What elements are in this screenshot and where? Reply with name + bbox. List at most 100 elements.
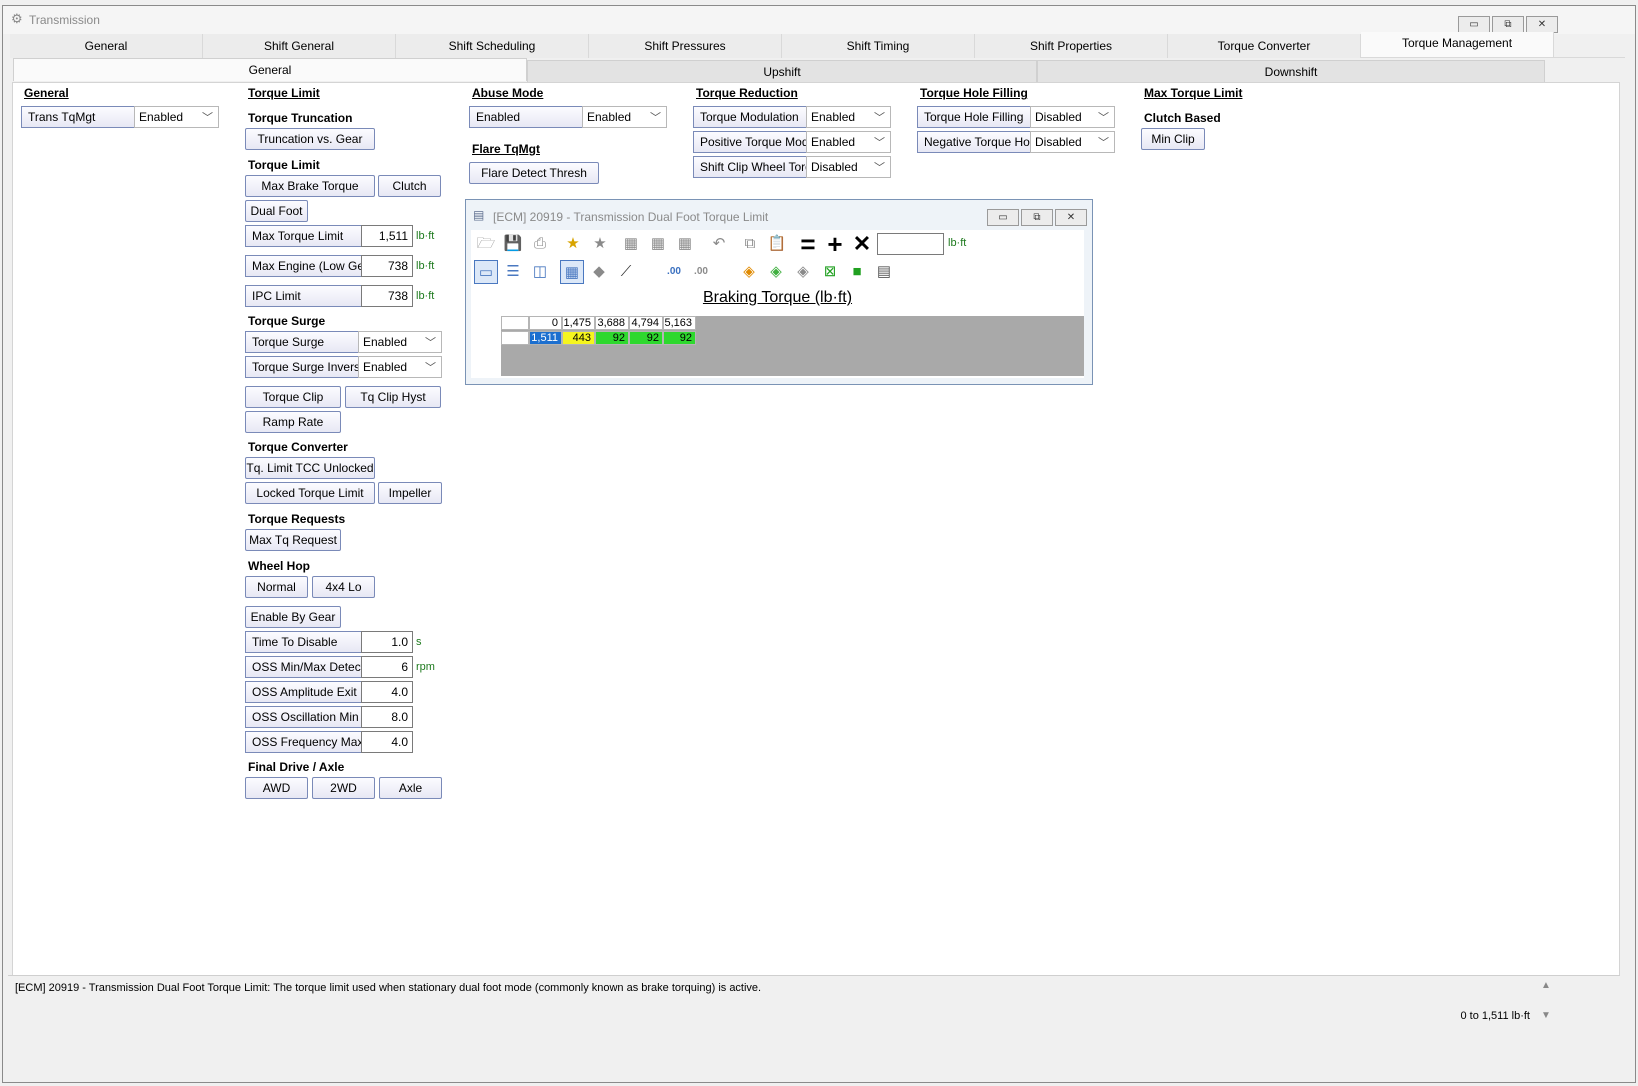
table-col-header[interactable]: 3,688 (595, 316, 629, 330)
value-input[interactable] (877, 233, 944, 255)
line-chart-icon[interactable]: ⟋ (614, 260, 638, 284)
shape-icon[interactable]: ◆ (587, 260, 611, 284)
ipc-limit-field[interactable]: 738 (361, 285, 413, 307)
negative-torque-hole-value: Disabled (1035, 135, 1082, 149)
split-v-icon[interactable]: ◫ (528, 260, 552, 284)
tab-torque-converter[interactable]: Torque Converter (1168, 34, 1361, 58)
folder-open-icon[interactable]: 🗁 (474, 232, 498, 256)
tq-limit-tcc-unlocked-button[interactable]: Tq. Limit TCC Unlocked (245, 457, 375, 479)
decimal-add-icon[interactable]: .00 (662, 260, 686, 284)
tab-shift-timing[interactable]: Shift Timing (782, 34, 975, 58)
general-header: General (24, 86, 69, 100)
tab-shift-general[interactable]: Shift General (203, 34, 396, 58)
4x4-lo-button[interactable]: 4x4 Lo (312, 576, 375, 598)
tab-shift-pressures[interactable]: Shift Pressures (589, 34, 782, 58)
grid-icon[interactable]: ▦ (619, 232, 643, 256)
ramp-rate-button[interactable]: Ramp Rate (245, 411, 341, 433)
table-col-header[interactable]: 4,794 (629, 316, 663, 330)
page-icon[interactable]: ▤ (872, 260, 896, 284)
dual-foot-button[interactable]: Dual Foot (245, 200, 308, 222)
tab-torque-management[interactable]: Torque Management (1361, 32, 1554, 57)
table-icon[interactable]: ▦ (560, 260, 584, 284)
torque-modulation-select[interactable]: Enabled ﹀ (806, 106, 891, 128)
subtab-downshift[interactable]: Downshift (1037, 60, 1545, 83)
multiply-icon[interactable]: ✕ (850, 232, 874, 256)
torque-surge-inverse-select[interactable]: Enabled ﹀ (358, 356, 442, 378)
oss-minmax-field[interactable]: 6 (361, 656, 413, 678)
torque-clip-button[interactable]: Torque Clip (245, 386, 341, 408)
normal-button[interactable]: Normal (245, 576, 308, 598)
table-cell[interactable]: 443 (562, 331, 595, 345)
torque-surge-select[interactable]: Enabled ﹀ (358, 331, 442, 353)
table-cell[interactable]: 92 (595, 331, 629, 345)
color-icon[interactable]: ◈ (737, 260, 761, 284)
oss-amplitude-label: OSS Amplitude Exit (245, 681, 362, 703)
table-cell[interactable]: 92 (663, 331, 696, 345)
table-col-header[interactable]: 1,475 (562, 316, 595, 330)
subwindow-restore-button[interactable]: ⧉ (1021, 209, 1053, 226)
impeller-button[interactable]: Impeller (378, 482, 442, 504)
oss-amplitude-field[interactable]: 4.0 (361, 681, 413, 703)
max-tq-request-button[interactable]: Max Tq Request (245, 529, 341, 551)
subwindow-minimize-button[interactable]: ▭ (987, 209, 1019, 226)
minimize-button[interactable]: ▭ (1458, 16, 1490, 33)
trans-tqmgt-select[interactable]: Enabled ﹀ (134, 106, 219, 128)
close-button[interactable]: ✕ (1526, 16, 1558, 33)
shift-clip-wheel-torque-select[interactable]: Disabled ﹀ (806, 156, 891, 178)
clutch-button[interactable]: Clutch (378, 175, 441, 197)
grid-icon[interactable]: ▦ (646, 232, 670, 256)
save-icon[interactable]: 💾 (501, 232, 525, 256)
max-engine-field[interactable]: 738 (361, 255, 413, 277)
tab-general[interactable]: General (10, 34, 203, 58)
enable-by-gear-button[interactable]: Enable By Gear (245, 606, 341, 628)
table-col-header[interactable]: 0 (529, 316, 562, 330)
grid-icon[interactable]: ▦ (673, 232, 697, 256)
abuse-mode-header: Abuse Mode (472, 86, 544, 100)
positive-torque-mod-select[interactable]: Enabled ﹀ (806, 131, 891, 153)
subtab-upshift[interactable]: Upshift (527, 60, 1037, 83)
abuse-mode-select[interactable]: Enabled ﹀ (582, 106, 667, 128)
max-brake-torque-button[interactable]: Max Brake Torque (245, 175, 375, 197)
min-clip-button[interactable]: Min Clip (1141, 128, 1205, 150)
decimal-remove-icon[interactable]: .00 (689, 260, 713, 284)
trans-tqmgt-label: Trans TqMgt (21, 106, 136, 128)
color-icon[interactable]: ◈ (791, 260, 815, 284)
copy-icon[interactable]: ⧉ (738, 232, 762, 256)
restore-button[interactable]: ⧉ (1492, 16, 1524, 33)
oss-frequency-field[interactable]: 4.0 (361, 731, 413, 753)
paste-icon[interactable]: 📋 (765, 232, 789, 256)
truncation-vs-gear-button[interactable]: Truncation vs. Gear (245, 128, 375, 150)
scroll-down-icon[interactable]: ▼ (1541, 1010, 1551, 1021)
scroll-up-icon[interactable]: ▲ (1541, 980, 1551, 991)
positive-torque-mod-value: Enabled (811, 135, 856, 149)
subtab-general[interactable]: General (13, 58, 527, 81)
plus-icon[interactable]: + (823, 231, 847, 257)
negative-torque-hole-select[interactable]: Disabled ﹀ (1030, 131, 1115, 153)
split-h-icon[interactable]: ☰ (501, 260, 525, 284)
select-icon[interactable]: ⊠ (818, 260, 842, 284)
tq-clip-hyst-button[interactable]: Tq Clip Hyst (345, 386, 441, 408)
awd-button[interactable]: AWD (245, 777, 308, 799)
print-icon[interactable]: ⎙ (528, 232, 552, 256)
tab-shift-scheduling[interactable]: Shift Scheduling (396, 34, 589, 58)
table-col-header[interactable]: 5,163 (663, 316, 696, 330)
oss-oscillation-field[interactable]: 8.0 (361, 706, 413, 728)
max-torque-limit-field[interactable]: 1,511 (361, 225, 413, 247)
torque-hole-filling-select[interactable]: Disabled ﹀ (1030, 106, 1115, 128)
subwindow-close-button[interactable]: ✕ (1055, 209, 1087, 226)
equals-icon[interactable]: = (796, 231, 820, 257)
locked-torque-limit-button[interactable]: Locked Torque Limit (245, 482, 375, 504)
time-to-disable-field[interactable]: 1.0 (361, 631, 413, 653)
undo-icon[interactable]: ↶ (707, 232, 731, 256)
fill-icon[interactable]: ■ (845, 260, 869, 284)
star-add-icon[interactable]: ★ (561, 232, 585, 256)
table-row-header[interactable]: 1,511 (529, 331, 562, 345)
axle-button[interactable]: Axle (379, 777, 442, 799)
tab-shift-properties[interactable]: Shift Properties (975, 34, 1168, 58)
color-icon[interactable]: ◈ (764, 260, 788, 284)
flare-detect-thresh-button[interactable]: Flare Detect Thresh (469, 162, 599, 184)
2wd-button[interactable]: 2WD (312, 777, 375, 799)
table-cell[interactable]: 92 (629, 331, 663, 345)
view-icon[interactable]: ▭ (474, 260, 498, 284)
star-icon[interactable]: ★ (588, 232, 612, 256)
